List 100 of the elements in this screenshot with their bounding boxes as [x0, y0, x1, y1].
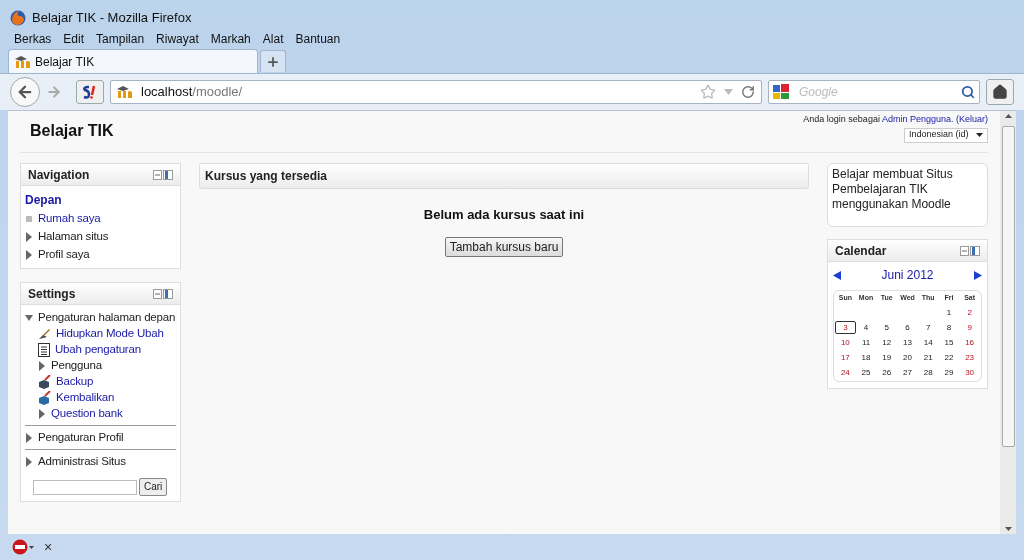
calendar-day[interactable]: 1 — [938, 305, 960, 319]
calendar-day[interactable]: 6 — [897, 320, 918, 334]
reload-icon[interactable] — [741, 85, 755, 99]
plus-icon — [266, 54, 280, 69]
moodle-icon — [117, 86, 133, 98]
scroll-up-icon[interactable] — [1004, 114, 1012, 118]
calendar-day[interactable]: 15 — [938, 335, 960, 349]
search-field[interactable]: Google — [768, 80, 980, 104]
close-addon-bar[interactable]: × — [44, 536, 53, 558]
dock-icon[interactable] — [153, 288, 173, 299]
search-input[interactable]: Google — [799, 83, 955, 101]
calendar-day[interactable]: 4 — [855, 320, 877, 334]
addon-button[interactable] — [76, 80, 104, 104]
tree-item[interactable]: Pengaturan halaman depan — [38, 310, 176, 324]
collapsed-caret-icon[interactable] — [25, 433, 33, 443]
logout-link[interactable]: (Keluar) — [956, 114, 988, 124]
language-select[interactable]: Indonesian (id) — [904, 127, 988, 143]
calendar-day[interactable]: 25 — [855, 365, 877, 379]
calendar-day[interactable]: 18 — [855, 350, 877, 364]
calendar-day[interactable]: 14 — [917, 335, 939, 349]
search-icon[interactable] — [961, 85, 975, 99]
bookmark-star-icon[interactable] — [700, 84, 716, 100]
calendar-day[interactable]: 3 — [835, 320, 856, 334]
collapsed-caret-icon[interactable] — [38, 409, 46, 419]
collapsed-caret-icon[interactable] — [38, 361, 46, 371]
tree-item[interactable]: Profil saya — [38, 247, 90, 261]
calendar-day[interactable]: 13 — [897, 335, 918, 349]
calendar-day[interactable]: 23 — [959, 350, 980, 364]
caret-icon — [976, 133, 983, 137]
calendar-day[interactable]: 19 — [876, 350, 898, 364]
menu-item[interactable]: Edit — [63, 30, 85, 48]
calendar-day[interactable]: 30 — [959, 365, 980, 379]
restore-icon — [38, 391, 51, 405]
user-link[interactable]: Admin Pengguna. — [881, 114, 954, 124]
tree-item[interactable]: Kembalikan — [56, 390, 115, 404]
adblock-icon[interactable] — [12, 539, 34, 555]
home-link[interactable]: Depan — [25, 191, 176, 209]
calendar-day[interactable]: 28 — [917, 365, 939, 379]
search-button[interactable]: Cari — [139, 478, 168, 496]
calendar-day[interactable]: 22 — [938, 350, 960, 364]
bullet-icon — [26, 216, 32, 222]
calendar-day[interactable]: 9 — [959, 320, 980, 334]
calendar-day[interactable]: 27 — [897, 365, 918, 379]
calendar-day[interactable]: 20 — [897, 350, 918, 364]
about-text: Belajar membuat Situs Pembelajaran TIK menggunakan Moodle — [832, 167, 954, 212]
addon-icon — [82, 85, 98, 99]
moodle-icon — [15, 55, 31, 68]
calendar-day[interactable]: 5 — [876, 320, 898, 334]
calendar-day[interactable]: 29 — [938, 365, 960, 379]
tree-item[interactable]: Question bank — [51, 406, 123, 420]
menu-item[interactable]: Tampilan — [96, 30, 145, 48]
menu-item[interactable]: Markah — [210, 30, 251, 48]
calendar-day[interactable]: 16 — [959, 335, 980, 349]
expanded-caret-icon[interactable] — [25, 313, 33, 323]
next-month-icon[interactable] — [974, 270, 982, 280]
block-title: Settings — [28, 285, 76, 303]
calendar-day[interactable]: 7 — [917, 320, 939, 334]
dock-icon[interactable] — [153, 169, 173, 180]
calendar-day[interactable]: 17 — [835, 350, 856, 364]
tree-item[interactable]: Administrasi Situs — [38, 454, 126, 468]
calendar-day[interactable]: 8 — [938, 320, 960, 334]
home-button[interactable] — [986, 79, 1014, 105]
calendar-day[interactable]: 26 — [876, 365, 898, 379]
calendar-day[interactable]: 10 — [835, 335, 856, 349]
tree-item[interactable]: Halaman situs — [38, 229, 109, 243]
back-button[interactable] — [10, 77, 40, 107]
calendar-day[interactable]: 12 — [876, 335, 898, 349]
tree-item[interactable]: Backup — [56, 374, 94, 388]
tree-item[interactable]: Rumah saya — [38, 211, 101, 225]
add-course-button[interactable]: Tambah kursus baru — [444, 236, 564, 257]
menu-item[interactable]: Bantuan — [295, 30, 341, 48]
empty-message: Belum ada kursus saat ini — [423, 206, 585, 224]
menu-item[interactable]: Berkas — [14, 30, 52, 48]
window-title: Belajar TIK - Mozilla Firefox — [32, 9, 192, 28]
calendar-day[interactable]: 2 — [959, 305, 980, 319]
menu-item[interactable]: Riwayat — [156, 30, 199, 48]
tree-item[interactable]: Hidupkan Mode Ubah — [56, 326, 164, 340]
document-icon — [38, 343, 50, 357]
calendar-day[interactable]: 11 — [855, 335, 877, 349]
menu-item[interactable]: Alat — [262, 30, 284, 48]
browser-tab[interactable]: Belajar TIK — [8, 49, 258, 73]
home-icon — [992, 84, 1008, 100]
section-title: Kursus yang tersedia — [205, 168, 328, 185]
tree-item[interactable]: Pengaturan Profil — [38, 430, 124, 444]
settings-search-field[interactable] — [33, 479, 137, 495]
dock-icon[interactable] — [960, 245, 980, 256]
address-field[interactable]: localhost/moodle/ — [110, 80, 762, 104]
scrollbar[interactable] — [1000, 111, 1016, 534]
site-title: Belajar TIK — [30, 121, 114, 141]
calendar-day[interactable]: 21 — [917, 350, 939, 364]
scroll-down-icon[interactable] — [1004, 527, 1012, 531]
new-tab-button[interactable] — [260, 50, 286, 72]
previous-month-icon[interactable] — [833, 270, 841, 280]
pencil-icon — [38, 328, 51, 340]
url-text: localhost/moodle/ — [141, 83, 244, 102]
block-title: Navigation — [28, 166, 90, 184]
collapsed-caret-icon[interactable] — [25, 457, 33, 467]
tree-item[interactable]: Pengguna — [51, 358, 102, 372]
calendar-day[interactable]: 24 — [835, 365, 856, 379]
tree-item[interactable]: Ubah pengaturan — [55, 342, 141, 356]
